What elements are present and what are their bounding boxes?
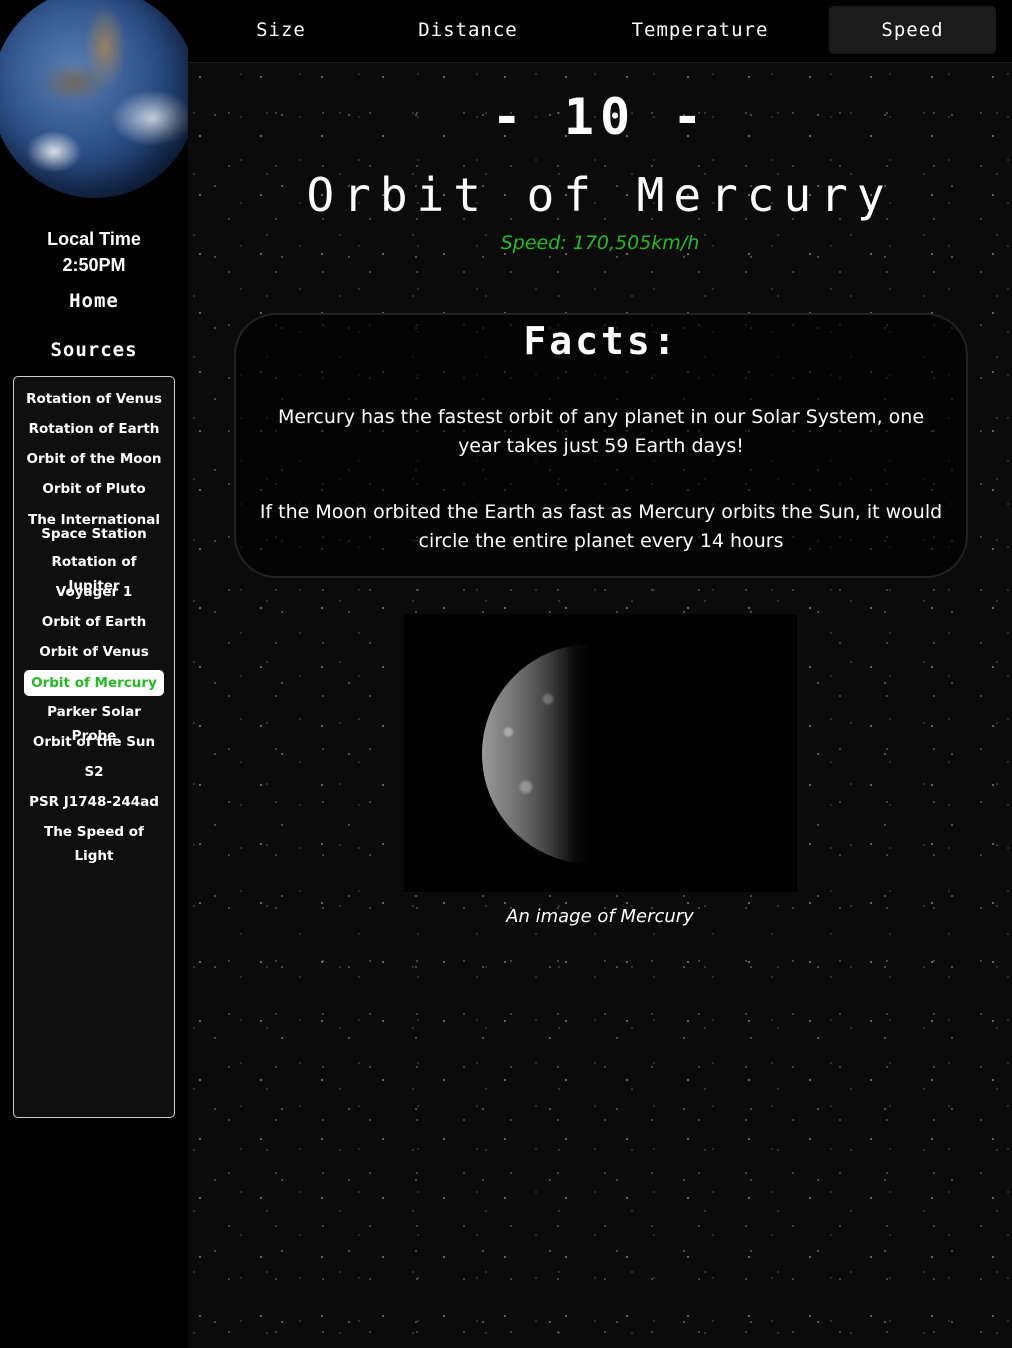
- tab-size[interactable]: Size: [218, 6, 344, 54]
- image-caption: An image of Mercury: [506, 906, 694, 927]
- local-time: Local Time 2:50PM: [0, 226, 188, 278]
- mercury-image: [404, 614, 797, 892]
- fact-1: Mercury has the fastest orbit of any pla…: [277, 406, 925, 457]
- facts-panel: Facts: Mercury has the fastest orbit of …: [234, 313, 968, 578]
- source-item-rotation-of-earth[interactable]: Rotation of Earth: [24, 417, 164, 447]
- source-item-orbit-of-venus[interactable]: Orbit of Venus: [24, 640, 164, 670]
- source-item-psr-j1748-244ad[interactable]: PSR J1748-244ad: [24, 790, 164, 820]
- source-item-rotation-of-venus[interactable]: Rotation of Venus: [24, 387, 164, 417]
- source-item-orbit-of-earth[interactable]: Orbit of Earth: [24, 610, 164, 640]
- top-nav: Size Distance Temperature Speed: [188, 0, 1012, 63]
- tab-temperature[interactable]: Temperature: [606, 6, 794, 54]
- source-item-parker-solar-probe[interactable]: Parker Solar Probe: [24, 700, 164, 744]
- source-item-rotation-of-jupiter[interactable]: Rotation of Jupiter: [24, 550, 164, 594]
- local-time-label: Local Time: [47, 229, 141, 249]
- local-time-value: 2:50PM: [62, 255, 126, 275]
- rank-number: - 10 -: [491, 88, 709, 146]
- source-item-s2[interactable]: S2: [24, 760, 164, 790]
- main-content: Size Distance Temperature Speed - 10 - O…: [188, 0, 1012, 1348]
- source-item-orbit-of-mercury[interactable]: Orbit of Mercury: [24, 670, 164, 696]
- sources-link[interactable]: Sources: [0, 339, 188, 361]
- sidebar: Local Time 2:50PM Home Sources Rotation …: [0, 0, 198, 1348]
- home-link[interactable]: Home: [0, 290, 188, 312]
- source-item-orbit-of-the-moon[interactable]: Orbit of the Moon: [24, 447, 164, 477]
- tab-distance[interactable]: Distance: [393, 6, 543, 54]
- sources-list: Rotation of Venus Rotation of Earth Orbi…: [13, 376, 175, 1118]
- source-item-international-space-station[interactable]: The International Space Station: [24, 507, 164, 550]
- page-title: Orbit of Mercury: [306, 168, 894, 222]
- tab-speed[interactable]: Speed: [829, 6, 996, 54]
- source-item-voyager-1[interactable]: Voyager 1: [24, 580, 164, 610]
- facts-heading: Facts:: [523, 319, 679, 363]
- speed-value: Speed: 170,505km/h: [500, 232, 700, 254]
- source-item-speed-of-light[interactable]: The Speed of Light: [24, 820, 164, 864]
- fact-2: If the Moon orbited the Earth as fast as…: [259, 501, 943, 552]
- mercury-planet: [482, 644, 702, 864]
- earth-logo: [0, 0, 198, 198]
- source-item-orbit-of-the-sun[interactable]: Orbit of the Sun: [24, 730, 164, 760]
- source-item-orbit-of-pluto[interactable]: Orbit of Pluto: [24, 477, 164, 507]
